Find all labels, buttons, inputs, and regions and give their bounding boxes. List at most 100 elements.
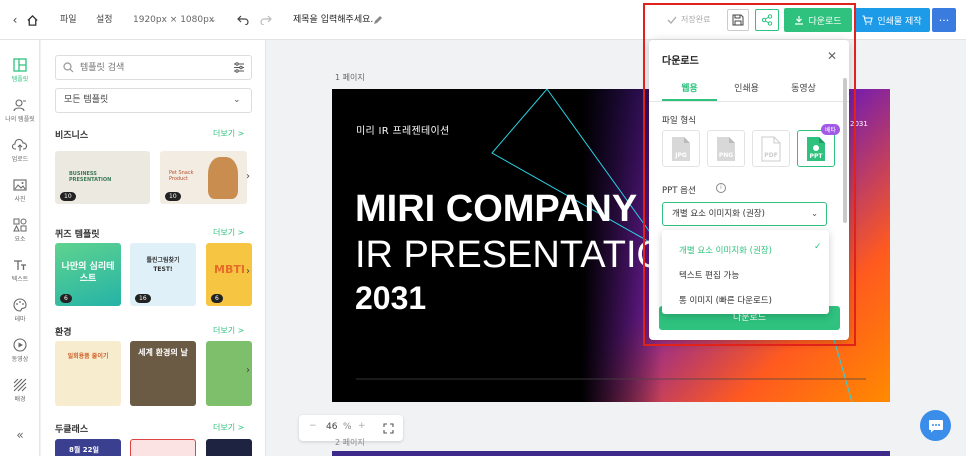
template-thumb[interactable]: 틀린그림찾기 TEST! 16 xyxy=(130,243,196,306)
save-status: 저장완료 xyxy=(681,15,711,24)
slide-title-line1[interactable]: MIRI COMPANY xyxy=(355,188,637,231)
slide-title-line3[interactable]: 2031 xyxy=(355,280,426,317)
more-icon: ··· xyxy=(938,13,950,27)
tab-video[interactable]: 동영상 xyxy=(776,81,831,101)
ppt-option-item[interactable]: 통 이미지 (빠른 다운로드) xyxy=(679,294,772,306)
page-count-badge: 6 xyxy=(211,294,223,303)
search-input[interactable] xyxy=(80,60,220,75)
thumb-text: 틀린그림찾기 TEST! xyxy=(146,257,180,273)
sidebar-item-background[interactable]: 배경 xyxy=(0,372,40,410)
format-jpg-option[interactable]: JPG xyxy=(662,130,700,167)
format-ppt-option[interactable]: PPT xyxy=(797,130,835,167)
slide-subtitle[interactable]: 미리 IR 프레젠테이션 xyxy=(356,122,449,137)
download-button[interactable]: 다운로드 xyxy=(784,8,852,32)
chat-icon xyxy=(928,419,943,432)
ppt-option-value: 개별 요소 이미지화 (권장) xyxy=(672,209,765,219)
search-icon xyxy=(63,62,74,73)
sidebar-label-my-templates: 나의 템플릿 xyxy=(5,116,35,123)
save-icon[interactable] xyxy=(727,9,749,31)
sidebar-label-photo: 사진 xyxy=(14,196,26,203)
back-icon[interactable]: ‹ xyxy=(10,12,20,28)
sidebar-item-my-templates[interactable]: 나의 템플릿 xyxy=(0,92,40,130)
tab-web[interactable]: 웹용 xyxy=(662,81,717,101)
pencil-icon[interactable] xyxy=(372,14,383,25)
sidebar-item-text[interactable]: 텍스트 xyxy=(0,252,40,290)
more-link-quiz[interactable]: 더보기 > xyxy=(213,227,244,238)
info-icon[interactable]: i xyxy=(716,183,726,193)
beta-badge: 베타 xyxy=(821,124,841,135)
more-link-business[interactable]: 더보기 > xyxy=(213,128,244,139)
template-thumb[interactable]: 나만의 심리테스트 6 xyxy=(55,243,121,306)
category-title-doclass: 두클래스 xyxy=(55,425,89,435)
template-thumb[interactable]: 일회용품 줄이기 xyxy=(55,341,121,406)
tab-print[interactable]: 인쇄용 xyxy=(719,81,774,101)
more-link-environment[interactable]: 더보기 > xyxy=(213,325,244,336)
redo-icon[interactable] xyxy=(259,13,273,27)
sidebar-item-photo[interactable]: 사진 xyxy=(0,172,40,210)
cart-icon xyxy=(862,15,874,25)
palette-icon xyxy=(13,298,27,312)
page-count-badge: 16 xyxy=(135,294,151,303)
template-thumb[interactable]: 세계 환경의 날 xyxy=(130,341,196,406)
slide-corner-year[interactable]: 2031 xyxy=(850,120,868,128)
sidebar-label-theme: 테마 xyxy=(14,316,26,323)
template-thumb[interactable]: 8월 22일 xyxy=(55,439,121,456)
sidebar-label-text: 텍스트 xyxy=(11,276,29,283)
chevron-right-icon[interactable]: › xyxy=(246,365,250,376)
file-jpg-icon: JPG xyxy=(672,136,690,161)
filter-icon[interactable] xyxy=(233,62,245,73)
more-options-button[interactable]: ··· xyxy=(932,8,956,32)
category-title-business: 비즈니스 xyxy=(55,131,89,141)
menu-file[interactable]: 파일 xyxy=(60,0,77,40)
menu-settings[interactable]: 설정 xyxy=(96,0,113,40)
chat-button[interactable] xyxy=(920,410,951,441)
template-category-select[interactable]: 모든 템플릿 ⌄ xyxy=(55,88,252,113)
category-select-value: 모든 템플릿 xyxy=(64,95,109,105)
chevron-right-icon[interactable]: › xyxy=(246,171,250,182)
top-toolbar: ‹ 파일 설정 1920px × 1080px ⌄ 제목을 입력해주세요. 저장… xyxy=(0,0,966,40)
sidebar-item-upload[interactable]: 업로드 xyxy=(0,132,40,170)
template-thumb[interactable]: BUSINESS PRESENTATION 10 xyxy=(55,151,150,204)
category-title-environment: 환경 xyxy=(55,328,72,338)
download-icon xyxy=(795,16,804,25)
canvas-size-select[interactable]: 1920px × 1080px xyxy=(133,0,214,40)
document-title[interactable]: 제목을 입력해주세요. xyxy=(293,0,373,40)
fullscreen-icon[interactable] xyxy=(383,423,394,434)
template-search[interactable] xyxy=(55,55,252,80)
slide-2-preview[interactable] xyxy=(332,451,890,456)
chevron-down-icon[interactable]: ⌄ xyxy=(209,0,217,40)
zoom-out-button[interactable]: − xyxy=(309,421,317,431)
template-thumb[interactable] xyxy=(130,439,196,456)
file-pdf-icon: PDF xyxy=(761,136,781,161)
undo-icon[interactable] xyxy=(236,13,250,27)
share-icon[interactable] xyxy=(755,9,779,31)
format-pdf-option[interactable]: PDF xyxy=(752,130,790,167)
collapse-sidebar-icon[interactable]: « xyxy=(12,428,28,442)
format-png-option[interactable]: PNG xyxy=(707,130,745,167)
left-sidebar: 템플릿 나의 템플릿 업로드 사진 요소 텍스트 테마 동영상 배경 « xyxy=(0,40,40,456)
more-link-doclass[interactable]: 더보기 > xyxy=(213,422,244,433)
sidebar-item-video[interactable]: 동영상 xyxy=(0,332,40,370)
template-thumb[interactable]: Pet Snack Product 10 xyxy=(160,151,247,204)
chevron-down-icon: ⌄ xyxy=(233,95,241,105)
sidebar-item-elements[interactable]: 요소 xyxy=(0,212,40,250)
template-panel: 모든 템플릿 ⌄ 비즈니스 더보기 > BUSINESS PRESENTATIO… xyxy=(41,40,266,456)
slide-title-line2[interactable]: IR PRESENTATION xyxy=(355,234,694,277)
popup-scrollbar[interactable] xyxy=(843,78,847,223)
thumb-text: 일회용품 줄이기 xyxy=(67,353,109,360)
sidebar-label-upload: 업로드 xyxy=(11,156,29,163)
zoom-value[interactable]: 46 xyxy=(326,422,337,432)
file-png-icon: PNG xyxy=(717,136,735,161)
close-icon[interactable]: ✕ xyxy=(827,49,837,63)
ppt-option-item[interactable]: 개별 요소 이미지화 (권장) xyxy=(679,244,772,256)
home-icon[interactable] xyxy=(24,12,40,28)
print-order-button[interactable]: 인쇄물 제작 xyxy=(854,8,930,32)
format-pdf-label: PDF xyxy=(764,152,777,159)
chevron-right-icon[interactable]: › xyxy=(246,266,250,277)
ppt-option-select[interactable]: 개별 요소 이미지화 (권장) ⌄ xyxy=(662,202,827,226)
ppt-option-item[interactable]: 텍스트 편집 가능 xyxy=(679,269,739,281)
sidebar-item-templates[interactable]: 템플릿 xyxy=(0,52,40,90)
template-thumb[interactable] xyxy=(206,439,252,456)
sidebar-item-theme[interactable]: 테마 xyxy=(0,292,40,330)
zoom-in-button[interactable]: + xyxy=(358,421,366,431)
